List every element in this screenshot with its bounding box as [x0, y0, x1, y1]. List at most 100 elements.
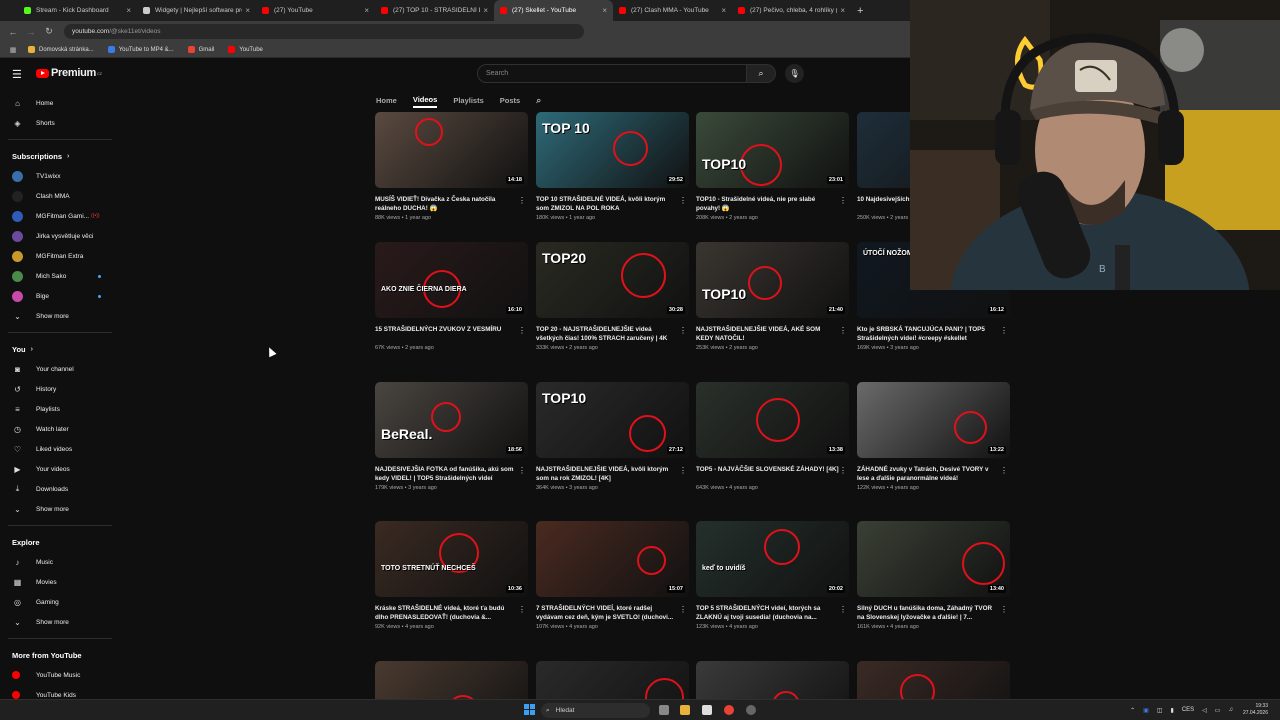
video-thumbnail[interactable] — [536, 661, 689, 702]
more-actions-icon[interactable]: ⋮ — [1000, 326, 1008, 335]
video-title[interactable]: TOP5 - NAJVÄČŠIE SLOVENSKÉ ZÁHADY! [4K] — [696, 465, 849, 483]
video-card[interactable]: TOP20 30:28 TOP 20 - NAJSTRAŠIDELNEJŠIE vi… — [536, 242, 689, 351]
browser-tab[interactable]: (27) YouTube × — [256, 0, 375, 21]
browser-tab[interactable]: (27) TOP 10 - STRAŠIDELNÍ LUD× — [375, 0, 494, 21]
video-card[interactable] — [857, 661, 1010, 702]
taskbar-search[interactable]: ⌕ Hledat — [541, 703, 650, 718]
bookmark-item[interactable]: Domovská stránka... — [28, 46, 94, 53]
more-actions-icon[interactable]: ⋮ — [1000, 466, 1008, 475]
file-explorer-icon[interactable] — [680, 705, 690, 715]
more-actions-icon[interactable]: ⋮ — [679, 466, 687, 475]
you-heading[interactable]: You › — [0, 339, 115, 359]
video-title[interactable]: NAJDESIVEJŠIA FOTKA od fanúšika, akú som… — [375, 465, 528, 483]
video-title[interactable]: NAJSTRAŠIDELNEJŠIE VIDEÁ, AKÉ SOM KEDY N… — [696, 325, 849, 343]
more-actions-icon[interactable]: ⋮ — [839, 196, 847, 205]
video-thumbnail[interactable] — [375, 661, 528, 702]
sidebar-subscription[interactable]: TV1wixx — [0, 166, 115, 186]
new-tab-icon[interactable]: + — [857, 5, 863, 17]
video-thumbnail[interactable]: 13:22 — [857, 382, 1010, 458]
sidebar-item-home[interactable]: ⌂ Home — [0, 93, 115, 113]
sidebar-item-music[interactable]: ♪ Music — [0, 552, 115, 572]
browser-tab[interactable]: (27) Skellet - YouTube × — [494, 0, 613, 21]
explore-heading[interactable]: Explore — [0, 532, 115, 552]
more-actions-icon[interactable]: ⋮ — [839, 466, 847, 475]
browser-tab[interactable]: (27) Pečivo, chleba, 4 rohlíky (1 × — [732, 0, 851, 21]
more-actions-icon[interactable]: ⋮ — [839, 605, 847, 614]
apps-icon[interactable]: ▦ — [6, 46, 20, 54]
sidebar-item-shorts[interactable]: ◈ Shorts — [0, 113, 115, 133]
video-card[interactable]: YETI V RUSKU? — [696, 661, 849, 702]
video-thumbnail[interactable]: TOP10 27:12 — [536, 382, 689, 458]
close-tab-icon[interactable]: × — [126, 6, 131, 15]
video-card[interactable] — [536, 661, 689, 702]
show-more-button[interactable]: ⌄ Show more — [0, 612, 115, 632]
sidebar-item-downloads[interactable]: ⤓ Downloads — [0, 479, 115, 499]
video-card[interactable]: 13:40 Silný DUCH u fanúšika doma, Záhadný… — [857, 521, 1010, 630]
back-icon[interactable]: ← — [6, 27, 20, 37]
network-status-icon[interactable]: ◫ — [1157, 707, 1163, 714]
video-thumbnail[interactable]: TOP 10 29:52 — [536, 112, 689, 188]
video-title[interactable]: TOP 5 STRAŠIDELNÝCH videí, ktorých sa ZL… — [696, 604, 849, 622]
forward-icon[interactable]: → — [24, 27, 38, 37]
video-thumbnail[interactable]: YETI V RUSKU? — [696, 661, 849, 702]
video-title[interactable]: TOP 20 - NAJSTRAŠIDELNEJŠIE videá všetký… — [536, 325, 689, 343]
tab-playlists[interactable]: Playlists — [453, 92, 483, 108]
video-card[interactable] — [375, 661, 528, 702]
sidebar-subscription[interactable]: Clash MMA — [0, 186, 115, 206]
video-card[interactable]: 15:07 7 STRAŠIDELNÝCH VIDEÍ, ktoré radšej… — [536, 521, 689, 630]
sidebar-item-youtube-music[interactable]: YouTube Music — [0, 665, 115, 685]
video-thumbnail[interactable]: keď to uvidíš 20:02 — [696, 521, 849, 597]
browser-tab[interactable]: (27) Clash MMA - YouTube × — [613, 0, 732, 21]
more-from-youtube-heading[interactable]: More from YouTube — [0, 645, 115, 665]
video-thumbnail[interactable]: BeReal. 18:56 — [375, 382, 528, 458]
bookmark-item[interactable]: Gmail — [187, 46, 214, 53]
close-tab-icon[interactable]: × — [245, 6, 250, 15]
browser-tab[interactable]: Stream - Kick Dashboard × — [18, 0, 137, 21]
show-more-button[interactable]: ⌄ Show more — [0, 499, 115, 519]
sidebar-subscription[interactable]: Mich Sako — [0, 266, 115, 286]
bookmark-item[interactable]: YouTube to MP4 &... — [107, 46, 174, 53]
close-tab-icon[interactable]: × — [483, 6, 488, 15]
video-title[interactable]: Kto je SRBSKÁ TANCUJÚCA PANI? | TOP5 Str… — [857, 325, 1010, 343]
close-tab-icon[interactable]: × — [721, 6, 726, 15]
speaker-icon[interactable]: ♫ — [1228, 707, 1233, 713]
sidebar-item-gaming[interactable]: ◎ Gaming — [0, 592, 115, 612]
url-field[interactable]: youtube.com/@ske11et/videos — [64, 24, 584, 39]
video-thumbnail[interactable]: AKO ZNIE ČIERNA DIERA 16:10 — [375, 242, 528, 318]
more-actions-icon[interactable]: ⋮ — [518, 326, 526, 335]
menu-icon[interactable]: ☰ — [12, 68, 22, 81]
video-card[interactable]: TOP 10 29:52 TOP 10 STRAŠIDELNÉ VIDEÁ, kvô… — [536, 112, 689, 221]
video-title[interactable]: Kráske STRAŠIDELNÉ videá, ktoré ťa budú … — [375, 604, 528, 622]
video-card[interactable]: TOP10 21:40 NAJSTRAŠIDELNEJŠIE VIDEÁ, AKÉ … — [696, 242, 849, 351]
video-thumbnail[interactable]: 13:40 — [857, 521, 1010, 597]
tray-chevron-icon[interactable]: ⌃ — [1130, 707, 1135, 714]
language-indicator[interactable]: CES — [1182, 707, 1194, 713]
tray-app-icon[interactable]: ▣ — [1143, 707, 1149, 714]
sidebar-item-your-channel[interactable]: ◙ Your channel — [0, 359, 115, 379]
video-thumbnail[interactable]: TOP10 23:01 — [696, 112, 849, 188]
video-card[interactable]: BeReal. 18:56 NAJDESIVEJŠIA FOTKA od fanúš… — [375, 382, 528, 491]
video-card[interactable]: TOTO STRETNÚŤ NECHCEŠ 10:36 Kráske STRAŠID… — [375, 521, 528, 630]
more-actions-icon[interactable]: ⋮ — [679, 605, 687, 614]
video-title[interactable]: 15 STRAŠIDELNÝCH ZVUKOV Z VESMÍRU — [375, 325, 528, 343]
browser-tab[interactable]: Widgety | Nejlepší software pro × — [137, 0, 256, 21]
video-card[interactable]: TOP10 23:01 TOP10 - Strašidelné videá, nie… — [696, 112, 849, 221]
video-thumbnail[interactable]: 13:38 — [696, 382, 849, 458]
video-title[interactable]: TOP10 - Strašidelné videá, nie pre slabé… — [696, 195, 849, 213]
battery-icon[interactable]: ▭ — [1215, 707, 1221, 714]
sidebar-item-your-videos[interactable]: ▶ Your videos — [0, 459, 115, 479]
show-more-button[interactable]: ⌄ Show more — [0, 306, 115, 326]
windows-start-icon[interactable] — [524, 704, 535, 715]
close-tab-icon[interactable]: × — [602, 6, 607, 15]
channel-search-icon[interactable]: ⌕ — [536, 95, 541, 106]
video-title[interactable]: NAJSTRAŠIDELNEJŠIE VIDEÁ, kvôli ktorým s… — [536, 465, 689, 483]
sidebar-item-watch-later[interactable]: ◷ Watch later — [0, 419, 115, 439]
more-actions-icon[interactable]: ⋮ — [839, 326, 847, 335]
video-thumbnail[interactable]: TOTO STRETNÚŤ NECHCEŠ 10:36 — [375, 521, 528, 597]
video-card[interactable]: 13:22 ZÁHADNÉ zvuky v Tatrách, Desivé TVO… — [857, 382, 1010, 491]
tab-home[interactable]: Home — [376, 92, 397, 108]
volume-icon[interactable]: ◁ — [1202, 707, 1207, 714]
chrome-icon[interactable] — [724, 705, 734, 715]
clock[interactable]: 19:33 27.04.2026 — [1243, 703, 1268, 717]
sidebar-item-movies[interactable]: ▦ Movies — [0, 572, 115, 592]
